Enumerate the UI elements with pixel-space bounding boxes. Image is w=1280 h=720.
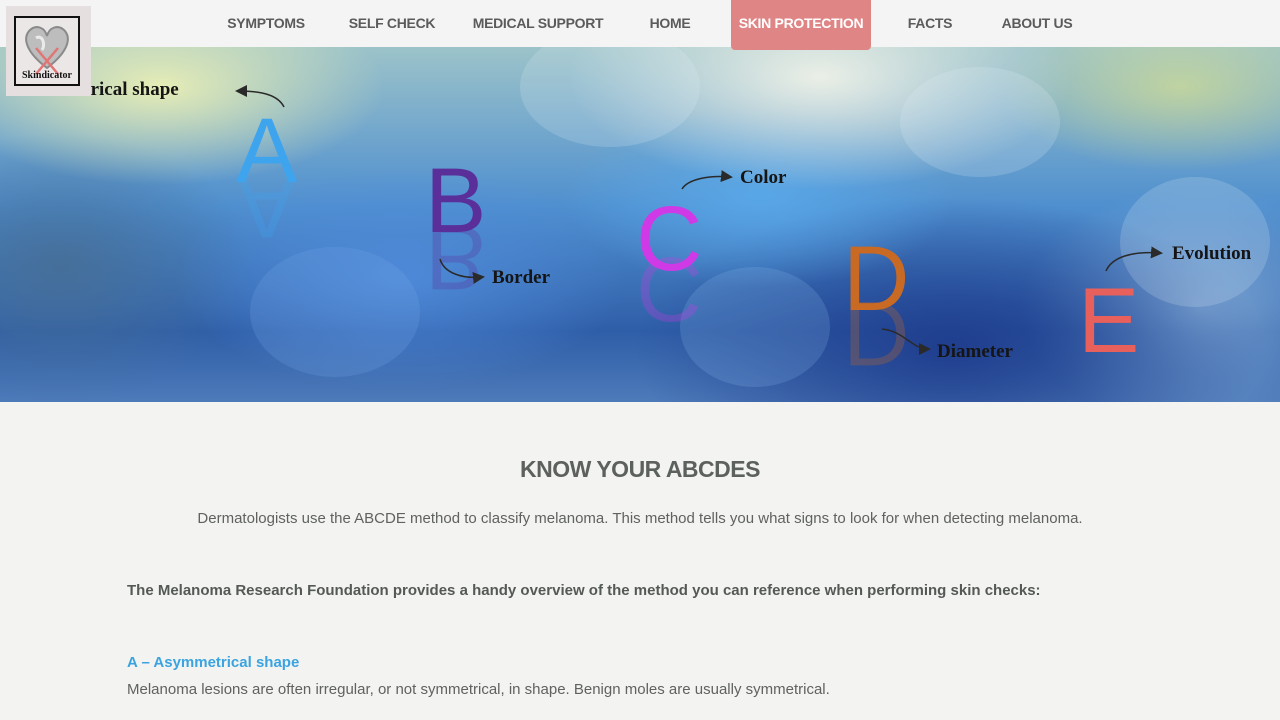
lead-paragraph: The Melanoma Research Foundation provide… bbox=[127, 582, 1041, 599]
section-heading: KNOW YOUR ABCDES bbox=[520, 456, 760, 482]
nav-item-skin-protection[interactable]: SKIN PROTECTION bbox=[731, 0, 871, 50]
arrow-a bbox=[235, 85, 285, 108]
main-content: KNOW YOUR ABCDES Dermatologists use the … bbox=[0, 402, 1280, 720]
intro-paragraph: Dermatologists use the ABCDE method to c… bbox=[197, 510, 1083, 527]
arrow-c bbox=[681, 170, 733, 190]
site-logo[interactable]: Skindicator bbox=[6, 6, 91, 96]
logo-text: Skindicator bbox=[21, 70, 72, 81]
label-diameter: Diameter bbox=[937, 341, 1013, 362]
nav-item-self-check[interactable]: SELF CHECK bbox=[348, 0, 436, 47]
nav-item-home[interactable]: HOME bbox=[640, 0, 700, 47]
nav-item-about-us[interactable]: ABOUT US bbox=[998, 0, 1076, 47]
label-border: Border bbox=[492, 267, 551, 288]
nav-item-symptoms[interactable]: SYMPTOMS bbox=[222, 0, 310, 47]
label-evolution: Evolution bbox=[1172, 243, 1252, 264]
logo-frame: Skindicator bbox=[14, 16, 80, 86]
arrow-d bbox=[881, 328, 931, 355]
abcde-hero-banner: A A B B C C D D E metrical shape Border … bbox=[0, 47, 1280, 402]
nav-item-medical-support[interactable]: MEDICAL SUPPORT bbox=[472, 0, 604, 47]
nav-item-facts[interactable]: FACTS bbox=[900, 0, 960, 47]
hero-arrows bbox=[235, 85, 1163, 355]
top-navigation: SYMPTOMS SELF CHECK MEDICAL SUPPORT HOME… bbox=[0, 0, 1280, 50]
item-text-asymmetrical-shape: Melanoma lesions are often irregular, or… bbox=[127, 681, 830, 698]
item-title-asymmetrical-shape[interactable]: A – Asymmetrical shape bbox=[127, 654, 299, 671]
arrow-e bbox=[1105, 246, 1163, 272]
arrow-b bbox=[439, 258, 485, 284]
label-color: Color bbox=[740, 167, 787, 188]
